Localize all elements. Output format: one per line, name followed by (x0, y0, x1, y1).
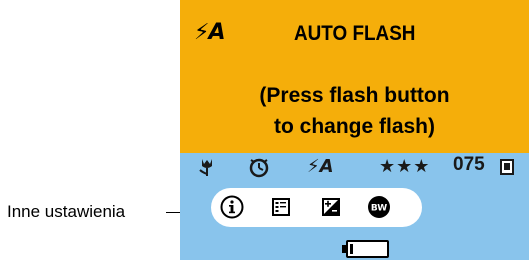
camera-lcd-screen: ⚡A AUTO FLASH (Press flash button to cha… (180, 0, 529, 260)
svg-text:BW: BW (371, 204, 387, 214)
exposure-compensation-icon[interactable] (319, 195, 343, 219)
date-stamp-icon[interactable] (269, 195, 293, 219)
info-icon[interactable] (220, 195, 244, 219)
quality-stars: ★★★ (379, 156, 431, 177)
memory-card-icon (500, 159, 514, 180)
other-settings-annotation: Inne ustawienia (7, 202, 126, 221)
flash-hint-line-2: to change flash) (273, 115, 436, 138)
black-white-color-mode-icon[interactable]: BW (367, 195, 391, 219)
flash-message-panel: ⚡A AUTO FLASH (Press flash button to cha… (180, 0, 529, 153)
macro-tulip-icon (197, 156, 217, 183)
self-timer-icon (248, 156, 270, 183)
flash-mode-icon: ⚡A (307, 156, 334, 177)
other-settings-bar: BW (211, 188, 422, 227)
camera-status-panel: ⚡A ★★★ 075 BW (180, 153, 529, 260)
pictures-remaining-count: 075 (453, 154, 485, 175)
flash-mode-title: AUTO FLASH (294, 22, 416, 45)
auto-flash-icon: ⚡A (194, 20, 226, 45)
flash-hint-line-1: (Press flash button (259, 84, 450, 107)
